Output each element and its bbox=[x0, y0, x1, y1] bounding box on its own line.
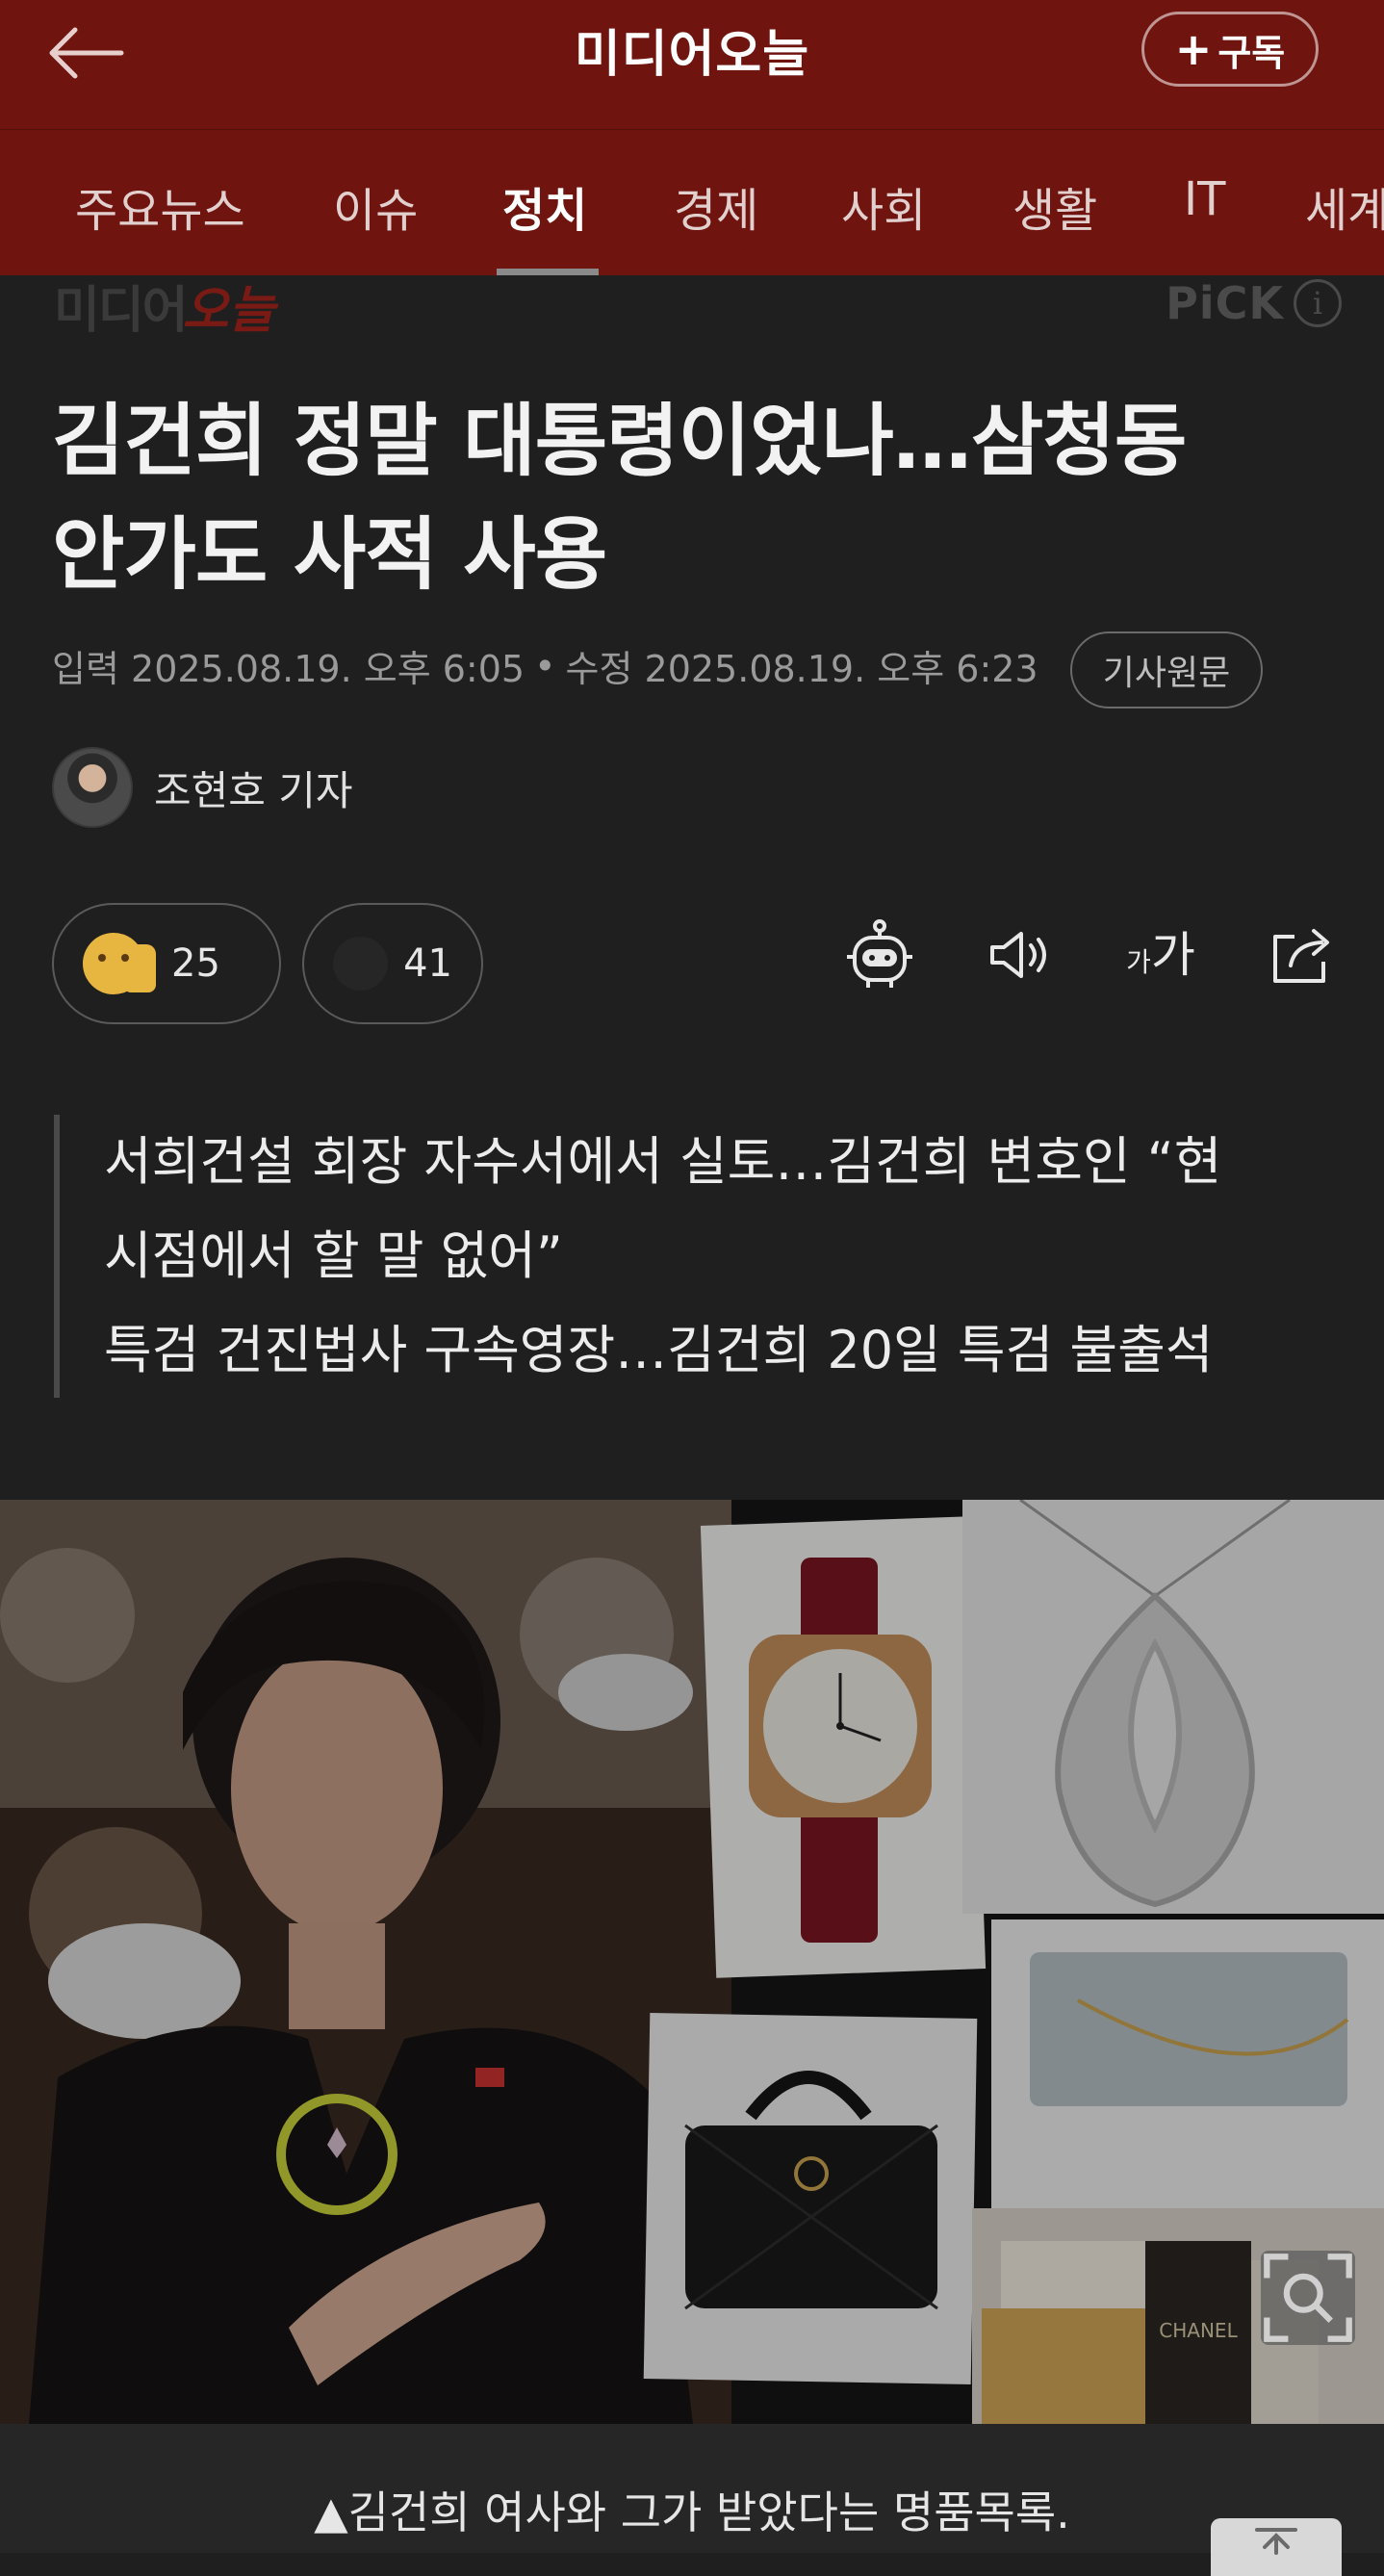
like-count: 25 bbox=[171, 941, 220, 986]
summary-line: 시점에서 할 말 없어” bbox=[104, 1225, 563, 1286]
tab-society[interactable]: 사회 bbox=[841, 172, 926, 240]
tab-issue[interactable]: 이슈 bbox=[333, 172, 418, 240]
font-size-button[interactable]: 가가 bbox=[1122, 916, 1199, 993]
arrow-up-icon bbox=[1255, 2528, 1297, 2555]
thumbs-up-emoji-icon bbox=[83, 933, 156, 994]
author-avatar bbox=[52, 747, 133, 828]
tab-politics[interactable]: 정치 bbox=[502, 172, 587, 240]
info-icon[interactable]: i bbox=[1294, 279, 1342, 327]
tab-economy[interactable]: 경제 bbox=[674, 172, 758, 240]
comment-count: 41 bbox=[403, 941, 452, 986]
comment-button[interactable]: 41 bbox=[302, 903, 483, 1024]
subscribe-button[interactable]: + 구독 bbox=[1141, 12, 1319, 87]
font-size-small-label: 가 bbox=[1126, 946, 1151, 978]
edit-time: 2025.08.19. 오후 6:23 bbox=[644, 648, 1038, 690]
logo-main-text: 미디어 bbox=[54, 281, 189, 340]
plus-icon: + bbox=[1174, 23, 1213, 75]
photo-caption: ▲김건희 여사와 그가 받았다는 명품목록. bbox=[314, 2486, 1070, 2538]
summary-line: 특검 건진법사 구속영장…김건희 20일 특검 불출석 bbox=[104, 1320, 1214, 1380]
article-tools: 가가 bbox=[841, 916, 1340, 993]
zoom-icon[interactable] bbox=[1261, 2251, 1355, 2345]
photo-collage: CHANEL bbox=[0, 1500, 1384, 2424]
pick-label: PiCK bbox=[1166, 277, 1284, 329]
scroll-to-top-button[interactable] bbox=[1211, 2518, 1342, 2576]
share-icon[interactable] bbox=[1263, 916, 1340, 993]
tab-world[interactable]: 세계 bbox=[1305, 172, 1384, 240]
original-article-button[interactable]: 기사원문 bbox=[1070, 631, 1263, 708]
summary-line: 서희건설 회장 자수서에서 실토…김건희 변호인 “현 bbox=[104, 1131, 1222, 1192]
top-bar: 미디어오늘 + 구독 bbox=[0, 0, 1384, 129]
article-summary: 서희건설 회장 자수서에서 실토…김건희 변호인 “현 시점에서 할 말 없어”… bbox=[54, 1115, 1305, 1398]
article-meta: 입력 2025.08.19. 오후 6:05 • 수정 2025.08.19. … bbox=[52, 639, 1038, 692]
tab-it[interactable]: IT bbox=[1184, 172, 1225, 226]
edit-label: 수정 bbox=[565, 648, 633, 690]
photo-caption-bar: ▲김건희 여사와 그가 받았다는 명품목록. bbox=[0, 2424, 1384, 2553]
input-time: 2025.08.19. 오후 6:05 bbox=[131, 648, 525, 690]
headline-line-1: 김건희 정말 대통령이었나…삼청동 bbox=[52, 396, 1187, 487]
press-logo[interactable]: 미디어 오늘 bbox=[54, 273, 274, 340]
meta-separator: • bbox=[534, 644, 556, 687]
pick-badge[interactable]: PiCK i bbox=[1166, 277, 1342, 329]
article-headline: 김건희 정말 대통령이었나…삼청동 안가도 사적 사용 bbox=[52, 385, 1342, 612]
article-photo[interactable]: CHANEL bbox=[0, 1500, 1384, 2424]
comment-icon bbox=[333, 937, 389, 991]
author-name: 조현호 기자 bbox=[154, 766, 353, 814]
headline-line-2: 안가도 사적 사용 bbox=[52, 509, 607, 601]
logo-accent-text: 오늘 bbox=[182, 281, 275, 340]
subscribe-label: 구독 bbox=[1217, 31, 1286, 74]
font-size-big-label: 가 bbox=[1150, 927, 1195, 983]
tab-life[interactable]: 생활 bbox=[1012, 172, 1097, 240]
tab-main-news[interactable]: 주요뉴스 bbox=[75, 172, 245, 240]
like-reaction-button[interactable]: 25 bbox=[52, 903, 281, 1024]
input-label: 입력 bbox=[52, 648, 119, 690]
category-tabs: 주요뉴스 이슈 정치 경제 사회 생활 IT 세계 bbox=[0, 129, 1384, 275]
robot-icon[interactable] bbox=[841, 916, 918, 993]
author-info[interactable]: 조현호 기자 bbox=[52, 747, 353, 828]
speaker-icon[interactable] bbox=[982, 916, 1059, 993]
active-tab-indicator bbox=[497, 269, 599, 275]
